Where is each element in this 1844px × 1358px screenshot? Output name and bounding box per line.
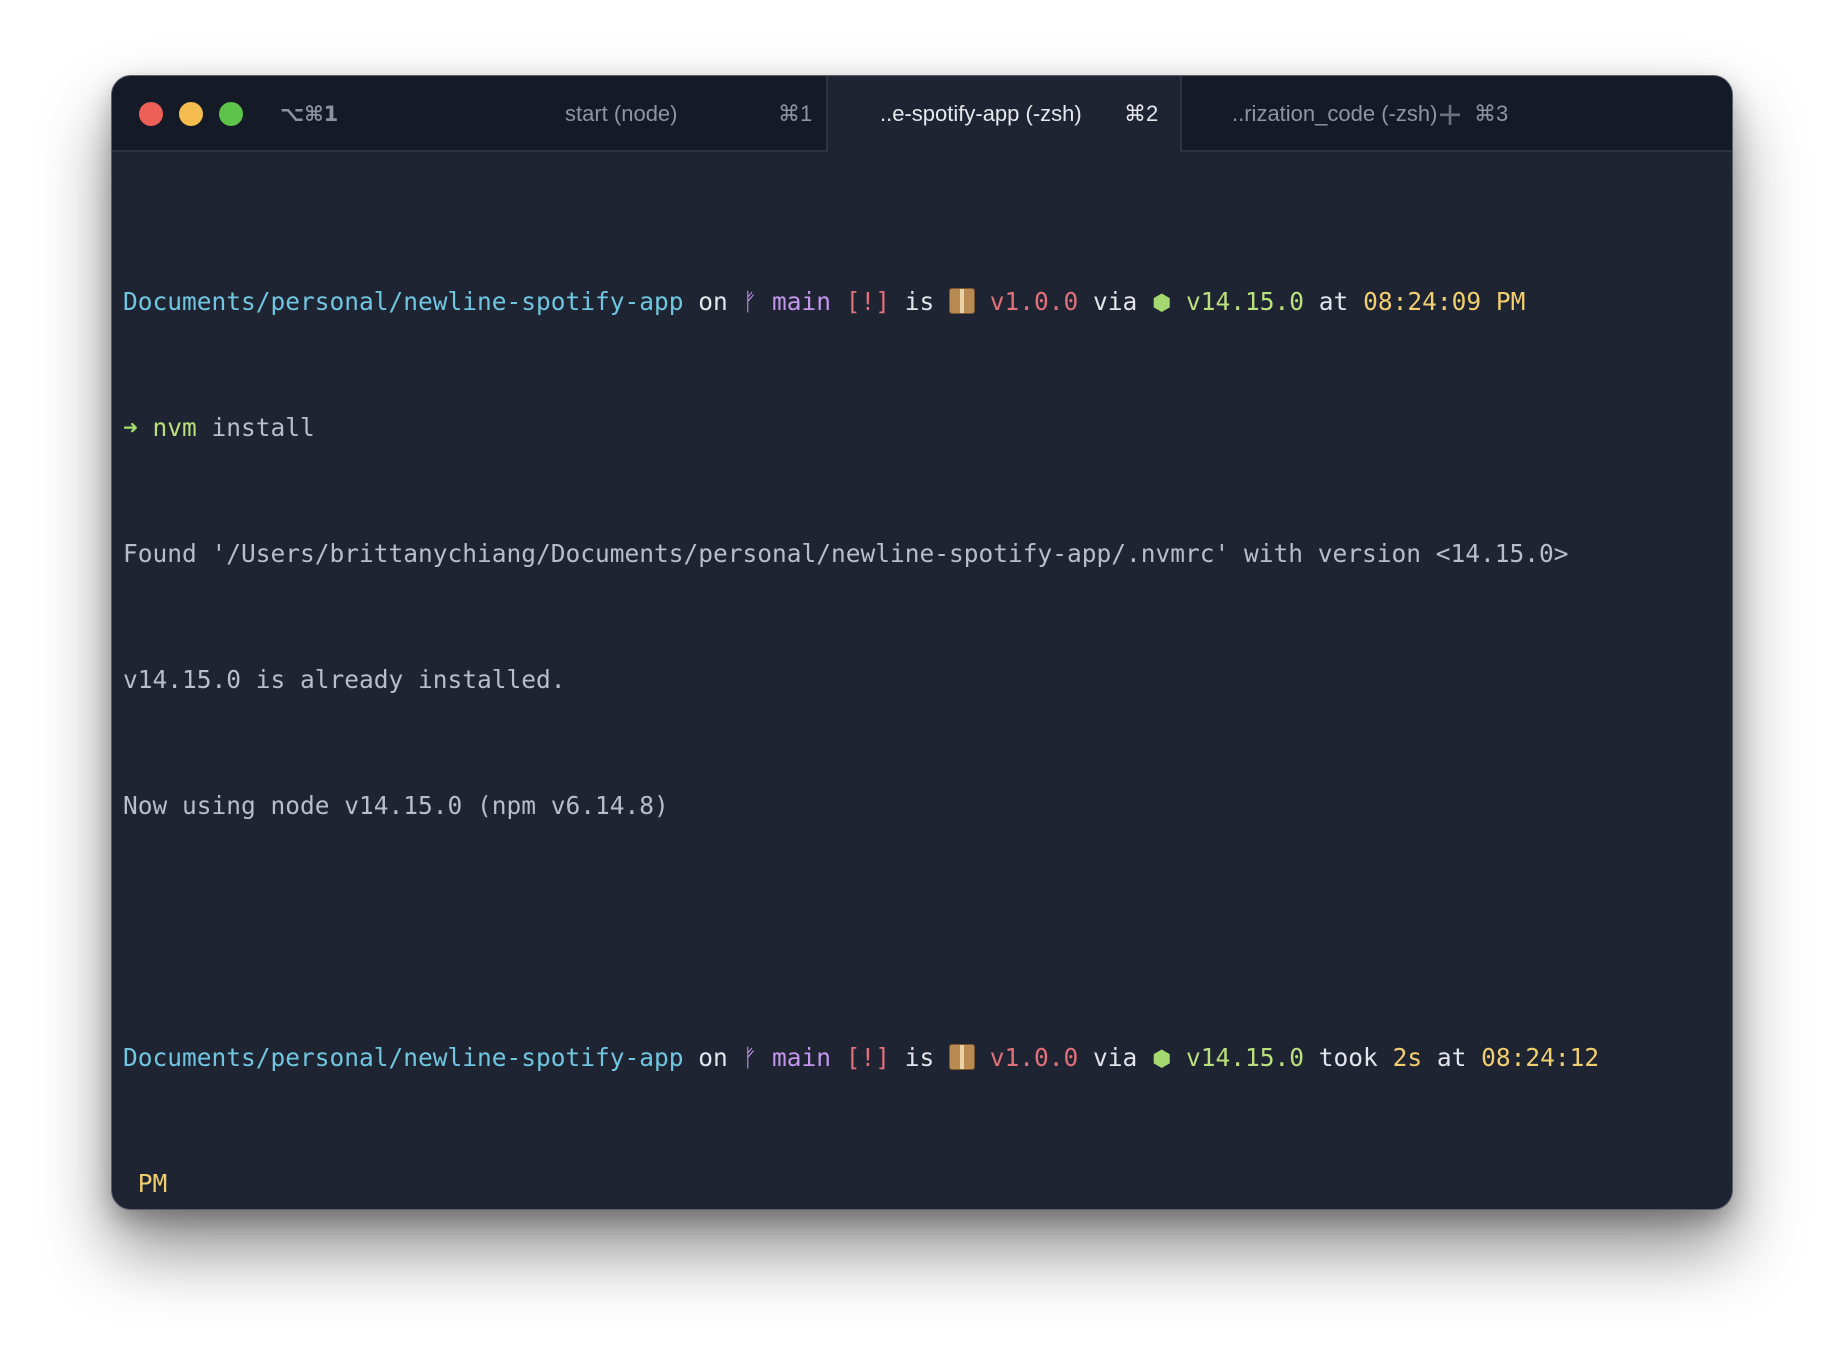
package-icon (949, 1044, 976, 1070)
prompt-text: on (683, 287, 743, 316)
output-line: Now using node v14.15.0 (npm v6.14.8) (123, 791, 669, 820)
package-icon (949, 288, 976, 314)
tab-label: ..e-spotify-app (-zsh) (880, 101, 1082, 126)
prompt-arrow-icon: ➜ (123, 413, 138, 442)
tab-shortcut: ⌘3 (1474, 101, 1509, 126)
close-window-button[interactable] (139, 102, 163, 126)
title-bar: ⌥⌘1 start (node) ⌘1 ..e-spotify-app (-zs… (112, 76, 1732, 154)
tab-authorization-code[interactable]: ..rization_code (-zsh) ⌘3 (1180, 76, 1560, 152)
terminal-output[interactable]: Documents/personal/newline-spotify-app o… (123, 197, 1728, 1209)
tab-label: ..rization_code (-zsh) (1232, 101, 1438, 126)
prompt-text: at (1422, 1043, 1482, 1072)
prompt-text: is (890, 287, 950, 316)
tab-spotify-app[interactable]: ..e-spotify-app (-zsh) ⌘2 (828, 76, 1180, 154)
prompt-line: Documents/personal/newline-spotify-app o… (123, 1037, 1728, 1079)
tab-shortcut: ⌘2 (1124, 101, 1159, 126)
command-line: ➜ nvm install (123, 407, 1728, 449)
tab-start-node[interactable]: start (node) ⌘1 (412, 76, 828, 152)
terminal-window: ⌥⌘1 start (node) ⌘1 ..e-spotify-app (-zs… (111, 75, 1733, 1210)
node-hexagon-icon: ⬢ (1152, 1047, 1172, 1072)
new-tab-plus-icon[interactable]: + (1430, 94, 1470, 134)
prompt-text: via (1078, 287, 1153, 316)
output-line: Found '/Users/brittanychiang/Documents/p… (123, 539, 1569, 568)
git-branch: main (757, 287, 831, 316)
node-version: v14.15.0 (1171, 287, 1305, 316)
node-hexagon-icon: ⬢ (1152, 291, 1172, 316)
package-version: v1.0.0 (975, 1043, 1079, 1072)
git-status: [!] (831, 1043, 891, 1072)
prompt-text: is (890, 1043, 950, 1072)
package-version: v1.0.0 (975, 287, 1079, 316)
command-duration: 2s (1392, 1043, 1423, 1072)
command-name: nvm (137, 413, 197, 442)
git-branch-icon: ᚠ (742, 287, 758, 316)
node-version: v14.15.0 (1171, 1043, 1305, 1072)
prompt-line: Documents/personal/newline-spotify-app o… (123, 281, 1728, 323)
output-line: v14.15.0 is already installed. (123, 665, 566, 694)
prompt-text: on (683, 1043, 743, 1072)
git-status: [!] (831, 287, 891, 316)
minimize-window-button[interactable] (179, 102, 203, 126)
prompt-text: via (1078, 1043, 1153, 1072)
prompt-text: took (1304, 1043, 1393, 1072)
git-branch-icon: ᚠ (742, 1043, 758, 1072)
prompt-time: 08:24:09 PM (1363, 287, 1526, 316)
git-branch: main (757, 1043, 831, 1072)
prompt-path: Documents/personal/newline-spotify-app (123, 287, 684, 316)
tab-label: start (node) (565, 101, 678, 126)
tab-shortcut: ⌘1 (778, 101, 813, 126)
prompt-text: at (1304, 287, 1364, 316)
prompt-time: 08:24:12 (1481, 1043, 1600, 1072)
prompt-path: Documents/personal/newline-spotify-app (123, 1043, 684, 1072)
zoom-window-button[interactable] (219, 102, 243, 126)
command-args: install (196, 413, 315, 442)
prompt-time-wrap: PM (123, 1169, 168, 1198)
window-shortcut-label: ⌥⌘1 (280, 102, 339, 126)
